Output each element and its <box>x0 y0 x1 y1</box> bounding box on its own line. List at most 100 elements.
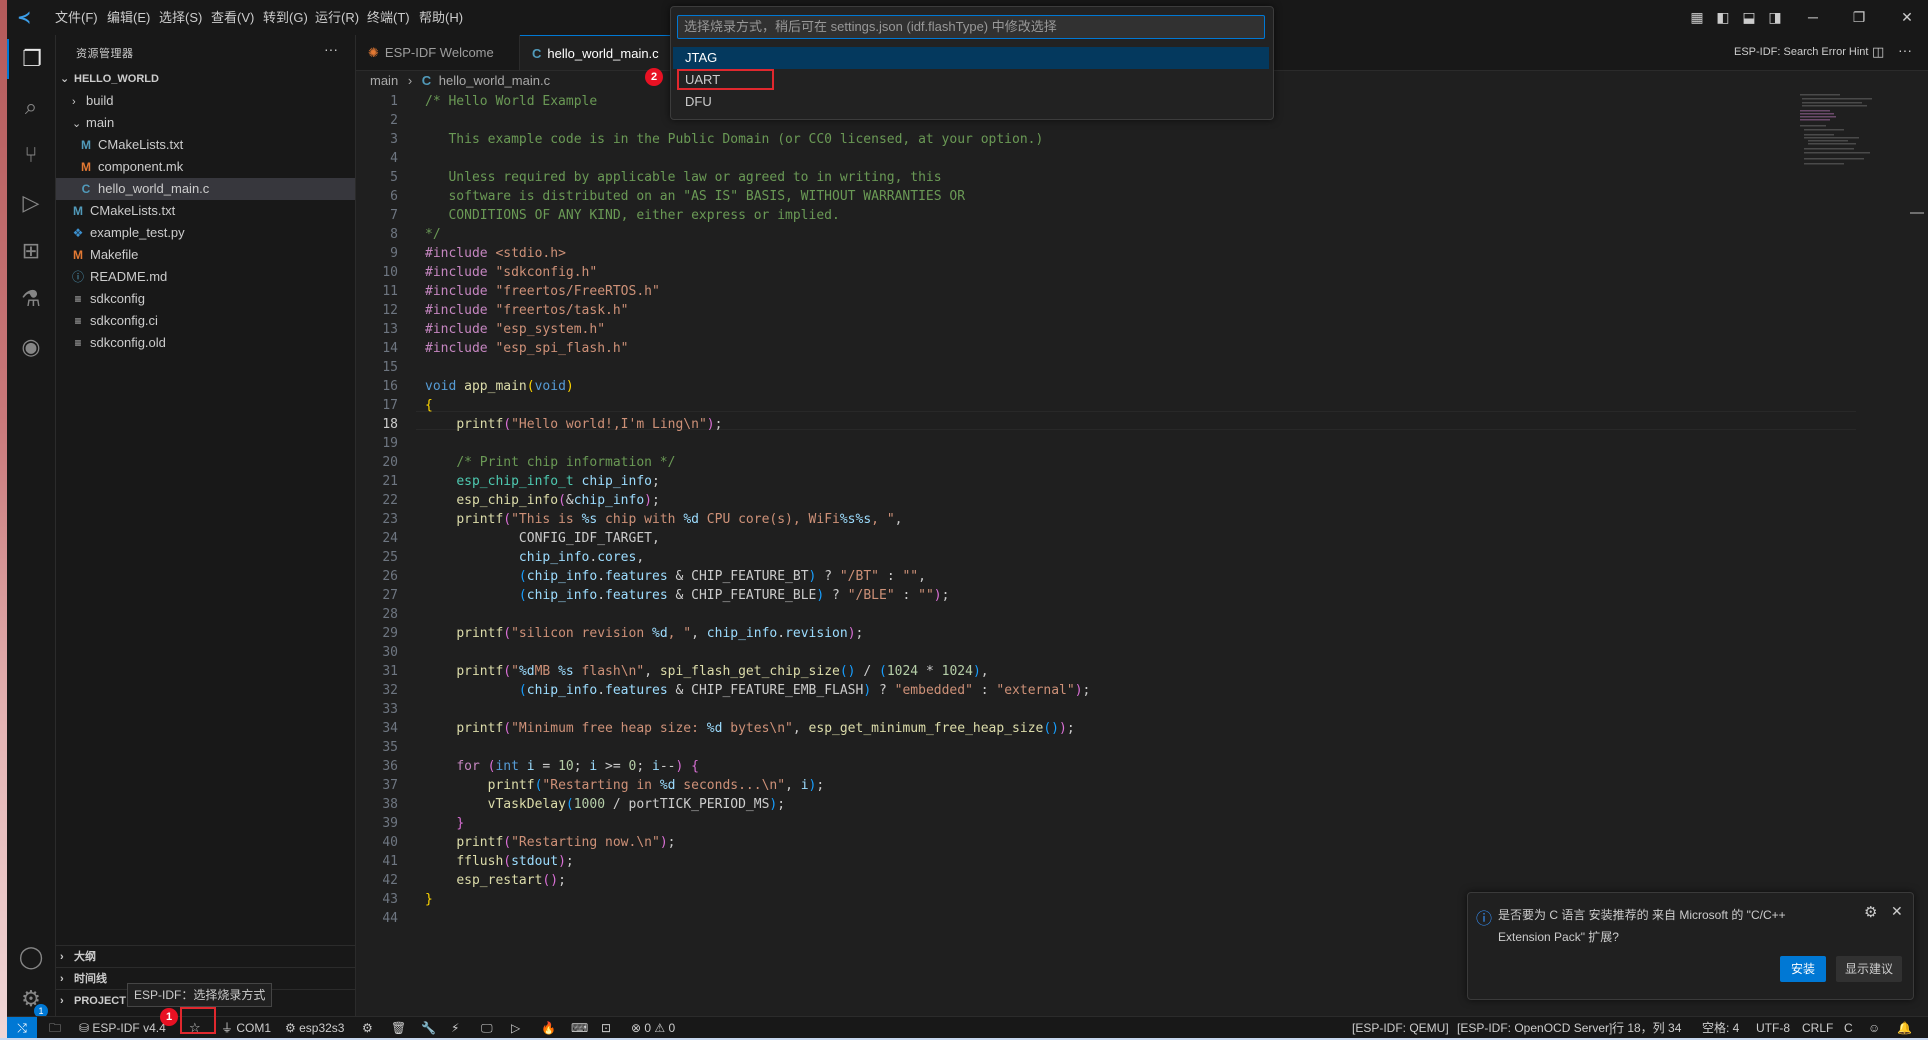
more-actions-icon[interactable]: ··· <box>324 41 338 57</box>
menu-go[interactable]: 转到(G) <box>259 8 312 28</box>
monitor-icon[interactable]: 🖵 <box>481 1017 493 1039</box>
step-2-badge: 2 <box>645 68 663 86</box>
minimize-button[interactable]: ─ <box>1803 7 1823 27</box>
tree-item-hello-world-main-c[interactable]: Chello_world_main.c <box>56 178 355 200</box>
menu-file[interactable]: 文件(F) <box>51 8 102 28</box>
tab-esp-idf-welcome[interactable]: ✺ ESP-IDF Welcome <box>356 35 520 70</box>
close-icon[interactable]: ✕ <box>1891 903 1903 920</box>
code-line: printf("%dMB %s flash\n", spi_flash_get_… <box>456 664 989 679</box>
restore-button[interactable]: ❐ <box>1849 7 1869 27</box>
files-icon[interactable]: ❐ <box>7 39 55 79</box>
minimap[interactable] <box>1800 92 1910 172</box>
tree-item-readme[interactable]: ⓘ README.md <box>56 266 355 288</box>
menu-view[interactable]: 查看(V) <box>207 8 258 28</box>
tree-item-main[interactable]: ⌄ main <box>56 112 355 134</box>
qemu-item[interactable]: [ESP-IDF: QEMU] <box>1352 1017 1449 1039</box>
eol-item[interactable]: CRLF <box>1802 1017 1833 1039</box>
tree-item-example-test-py[interactable]: ❖ example_test.py <box>56 222 355 244</box>
esp-idf-icon[interactable]: ◉ <box>7 327 55 367</box>
custom-task-icon[interactable]: ⊡ <box>601 1017 611 1039</box>
notifications-bell-icon[interactable]: 🔔 <box>1897 1017 1912 1039</box>
account-icon[interactable]: ◯ <box>7 937 55 977</box>
remote-indicator-button[interactable]: ⤭ <box>7 1017 37 1039</box>
cursor-position-item[interactable]: 行 18，列 34 <box>1612 1017 1681 1039</box>
menu-terminal[interactable]: 终端(T) <box>363 8 414 28</box>
menu-selection[interactable]: 选择(S) <box>155 8 206 28</box>
quick-pick-input[interactable]: 选择烧录方式，稍后可在 settings.json (idf.flashType… <box>677 15 1265 39</box>
target-item[interactable]: ⚙ esp32s3 <box>285 1017 344 1039</box>
indentation-item[interactable]: 空格: 4 <box>1702 1017 1739 1039</box>
sdk-config-icon[interactable]: ⚙ <box>362 1017 373 1039</box>
code-area[interactable]: /* Hello World Example This example code… <box>356 92 1796 1016</box>
problems-item[interactable]: ⊗ 0 ⚠ 0 <box>631 1017 675 1039</box>
layout-customize-icon[interactable]: ▦ <box>1687 7 1707 27</box>
tree-item-component-mk[interactable]: Mcomponent.mk <box>56 156 355 178</box>
search-error-hint-button[interactable]: ESP-IDF: Search Error Hint <box>1734 35 1868 70</box>
menu-run[interactable]: 运行(R) <box>311 8 363 28</box>
code-line: #include "esp_spi_flash.h" <box>425 341 629 356</box>
encoding-item[interactable]: UTF-8 <box>1756 1017 1790 1039</box>
tree-item-label: main <box>86 115 115 130</box>
search-icon[interactable]: ⌕ <box>7 87 55 127</box>
tree-item-build[interactable]: › build <box>56 90 355 112</box>
debug-icon[interactable]: ▷ <box>511 1017 520 1039</box>
code-line: printf("Restarting now.\n"); <box>456 835 676 850</box>
activity-bar: ❐ ⌕ ⑂ ▷ ⊞ ⚗ ◉ ◯ ⚙ 1 <box>7 35 56 1019</box>
code-line: { <box>425 398 433 413</box>
split-editor-icon[interactable]: ◫ <box>1872 44 1884 60</box>
tree-item-cmakelists[interactable]: M CMakeLists.txt <box>56 200 355 222</box>
menu-help[interactable]: 帮助(H) <box>415 8 467 28</box>
root-folder-label: HELLO_WORLD <box>74 73 159 85</box>
status-bar: ⤭ 🗀 ⛁ ESP-IDF v4.4 ☆ ⏚ COM1 ⚙ esp32s3 ⚙ … <box>7 1016 1928 1039</box>
idf-version-item[interactable]: ⛁ ESP-IDF v4.4 <box>79 1017 166 1039</box>
code-line: #include "freertos/task.h" <box>425 303 629 318</box>
code-line: CONFIG_IDF_TARGET, <box>518 531 660 546</box>
flash-icon[interactable]: ⚡ <box>451 1017 459 1039</box>
cmake-file-icon: M <box>73 204 83 218</box>
source-control-icon[interactable]: ⑂ <box>7 135 55 175</box>
code-editor[interactable]: 1 2 3 4 5 6 7 8 9 10 11 12 13 14 15 16 17 18 19 20 21 22 23 24 2… <box>356 92 1928 1016</box>
build-icon[interactable]: 🔧 <box>421 1017 436 1039</box>
quick-pick-item-dfu[interactable]: DFU <box>673 91 1269 113</box>
tree-item-makefile[interactable]: M Makefile <box>56 244 355 266</box>
run-debug-icon[interactable]: ▷ <box>7 183 55 223</box>
gear-icon[interactable]: ⚙ <box>1864 903 1877 921</box>
language-mode-item[interactable]: C <box>1844 1017 1853 1039</box>
section-outline[interactable]: › 大纲 <box>56 945 355 967</box>
extensions-icon[interactable]: ⊞ <box>7 231 55 271</box>
explorer-sidebar: 资源管理器 ··· ⌄ HELLO_WORLD › build ⌄ main M CMa… <box>56 35 356 1016</box>
quick-pick-item-jtag[interactable]: JTAG <box>673 47 1269 69</box>
code-line: /* Print chip information */ <box>456 455 676 470</box>
port-item[interactable]: ⏚ COM1 <box>221 1017 271 1039</box>
close-button[interactable]: ✕ <box>1897 7 1917 27</box>
install-button[interactable]: 安装 <box>1780 956 1826 982</box>
code-line: printf("silicon revision %d, ", chip_inf… <box>456 626 864 641</box>
gear-icon[interactable]: ⚙ <box>7 979 55 1019</box>
tree-item-sdkconfig[interactable]: ≡ sdkconfig <box>56 288 355 310</box>
more-actions-icon[interactable]: ··· <box>1898 42 1912 58</box>
show-recommendations-button[interactable]: 显示建议 <box>1836 956 1902 982</box>
testing-icon[interactable]: ⚗ <box>7 279 55 319</box>
folder-icon[interactable]: 🗀 <box>49 1017 61 1039</box>
tree-item-sdkconfig-old[interactable]: ≡ sdkconfig.old <box>56 332 355 354</box>
copilot-icon[interactable]: ☺ <box>1868 1017 1880 1039</box>
code-line: esp_chip_info(&chip_info); <box>456 493 660 508</box>
terminal-icon[interactable]: ⌨ <box>571 1017 588 1039</box>
breadcrumb-file[interactable]: hello_world_main.c <box>439 73 550 88</box>
openocd-item[interactable]: [ESP-IDF: OpenOCD Server] <box>1457 1017 1612 1039</box>
code-line: esp_restart(); <box>456 873 566 888</box>
build-flash-monitor-icon[interactable]: 🔥 <box>541 1017 556 1039</box>
tree-item-main-cmakelists[interactable]: M CMakeLists.txt <box>56 134 355 156</box>
toggle-panel-icon[interactable]: ⬓ <box>1739 7 1759 27</box>
breadcrumb-folder[interactable]: main <box>370 73 398 88</box>
explorer-root-folder[interactable]: ⌄ HELLO_WORLD <box>56 68 355 90</box>
toggle-sidebar-icon[interactable]: ◧ <box>1713 7 1733 27</box>
menu-edit[interactable]: 编辑(E) <box>103 8 154 28</box>
cmake-file-icon: M <box>81 138 91 152</box>
tree-item-sdkconfig-ci[interactable]: ≡ sdkconfig.ci <box>56 310 355 332</box>
text-file-icon: ≡ <box>74 314 82 328</box>
full-clean-icon[interactable]: 🗑 <box>391 1017 406 1039</box>
makefile-icon: M <box>81 160 91 174</box>
toggle-secondary-sidebar-icon[interactable]: ◨ <box>1765 7 1785 27</box>
tab-hello-world-main-c[interactable]: Chello_world_main.c <box>520 35 690 70</box>
